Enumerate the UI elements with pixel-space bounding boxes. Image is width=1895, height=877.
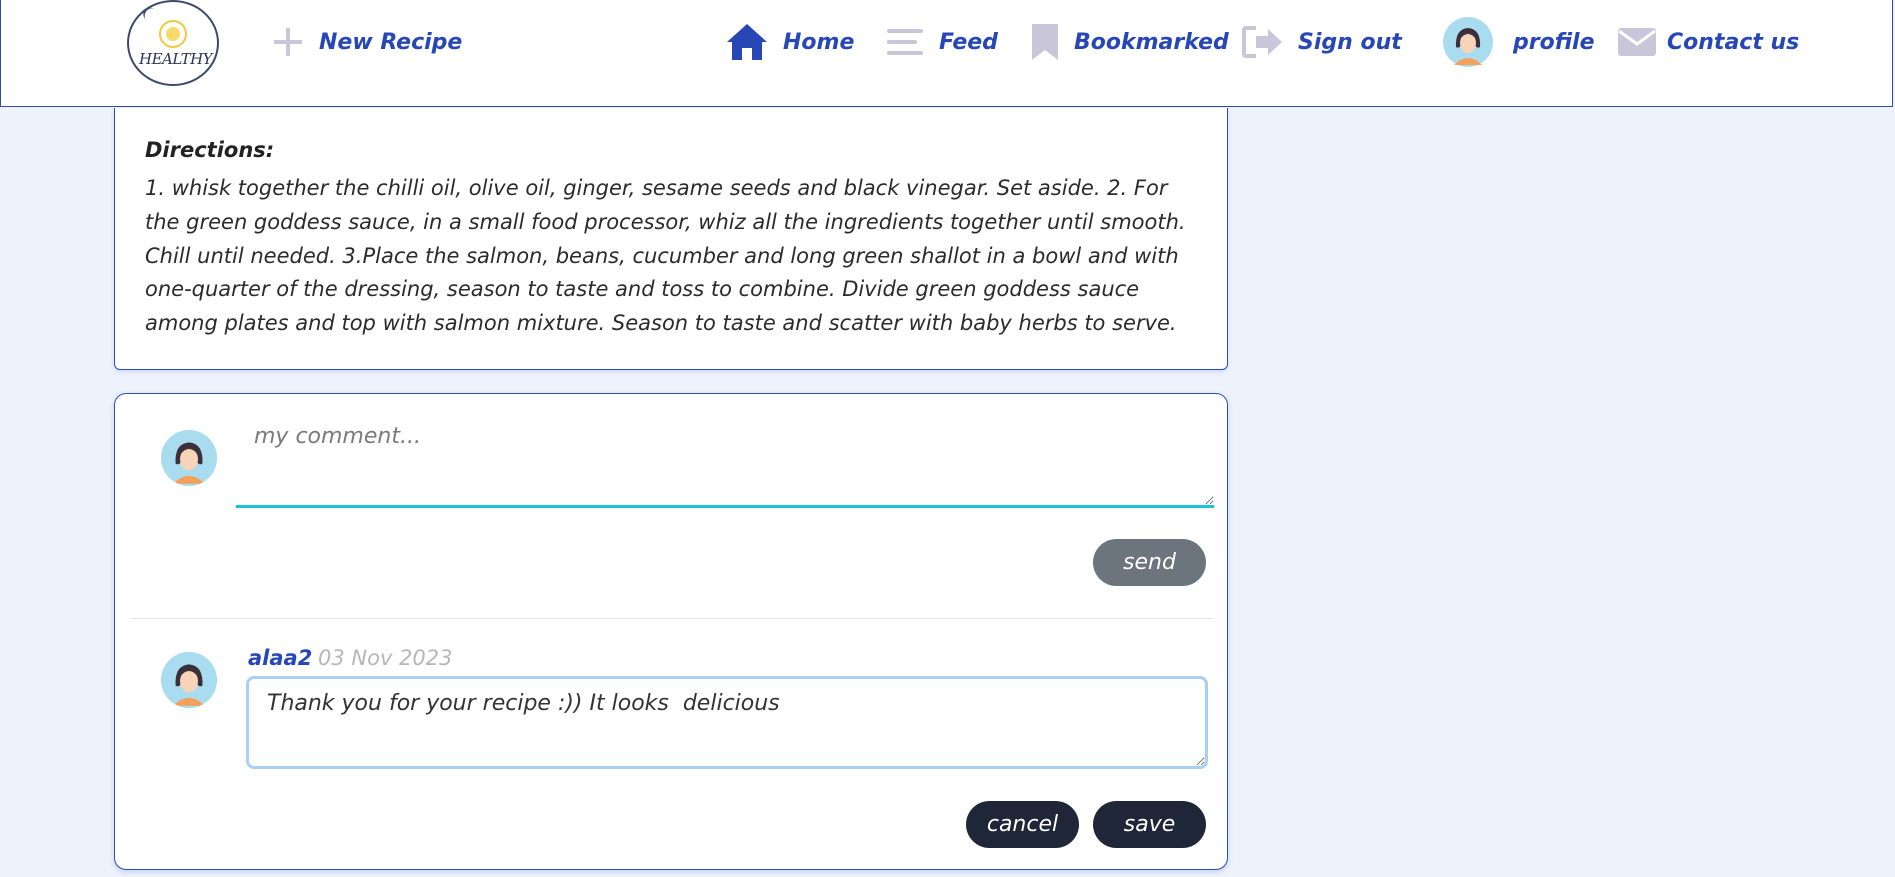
comment-date: 03 Nov 2023 bbox=[318, 646, 453, 670]
logo-text: HEALTHY bbox=[139, 50, 213, 68]
save-button[interactable]: save bbox=[1093, 801, 1206, 848]
cancel-button[interactable]: cancel bbox=[966, 801, 1079, 848]
nav-new-recipe[interactable]: New Recipe bbox=[271, 22, 462, 62]
directions-title: Directions: bbox=[145, 138, 275, 162]
comments-card: send alaa2 03 Nov 2023 Thank you for you… bbox=[114, 393, 1228, 870]
sign-out-icon bbox=[1242, 24, 1284, 60]
plus-icon bbox=[271, 25, 305, 59]
avatar bbox=[1443, 17, 1493, 67]
nav-home[interactable]: Home bbox=[725, 22, 854, 62]
bookmark-icon bbox=[1030, 22, 1060, 62]
nav-feed[interactable]: Feed bbox=[885, 22, 998, 62]
house-icon bbox=[725, 22, 769, 62]
nav-bookmarked[interactable]: Bookmarked bbox=[1030, 22, 1229, 62]
nav-profile-label: profile bbox=[1513, 29, 1595, 55]
nav-contact-label: Contact us bbox=[1667, 29, 1800, 55]
nav-bookmarked-label: Bookmarked bbox=[1074, 29, 1229, 55]
logo[interactable]: HEALTHY bbox=[127, 0, 219, 86]
navbar: HEALTHY New Recipe Home Feed Bookmarked … bbox=[0, 0, 1893, 107]
nav-contact[interactable]: Contact us bbox=[1617, 22, 1799, 62]
menu-icon bbox=[885, 26, 925, 58]
directions-card: Directions: 1. whisk together the chilli… bbox=[114, 108, 1228, 370]
comment-author[interactable]: alaa2 bbox=[248, 646, 312, 670]
nav-new-recipe-label: New Recipe bbox=[319, 29, 463, 55]
edit-comment-input[interactable]: Thank you for your recipe :)) It looks d… bbox=[246, 676, 1208, 769]
divider bbox=[131, 618, 1213, 619]
nav-sign-out-label: Sign out bbox=[1298, 29, 1402, 55]
lemon-icon bbox=[159, 20, 187, 48]
envelope-icon bbox=[1617, 27, 1657, 57]
nav-sign-out[interactable]: Sign out bbox=[1242, 22, 1402, 62]
avatar bbox=[161, 430, 217, 486]
nav-home-label: Home bbox=[783, 29, 855, 55]
comment-author-avatar bbox=[161, 652, 217, 708]
leaf-icon bbox=[140, 4, 162, 26]
new-comment-input[interactable] bbox=[236, 412, 1214, 508]
send-button[interactable]: send bbox=[1093, 539, 1206, 586]
nav-feed-label: Feed bbox=[939, 29, 998, 55]
directions-text: 1. whisk together the chilli oil, olive … bbox=[145, 176, 1186, 336]
nav-profile[interactable]: profile bbox=[1443, 17, 1595, 67]
